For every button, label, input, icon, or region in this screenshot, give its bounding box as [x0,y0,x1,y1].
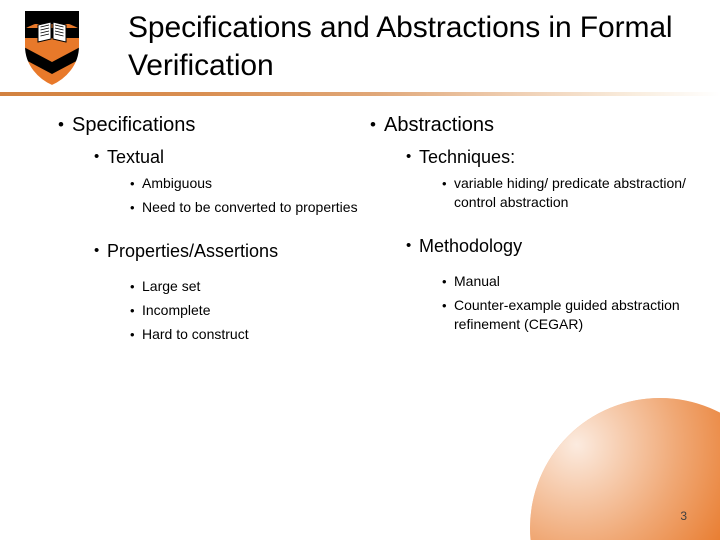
bullet-text: Need to be converted to properties [142,199,358,215]
bullet-dot-icon: • [406,148,412,165]
bullet-dot-icon: • [442,298,447,313]
bullet-dot-icon: • [58,115,64,134]
bullet-dot-icon: • [130,176,135,191]
bullet-text: Textual [107,147,165,167]
bullet-level2-techniques: • Techniques: [406,145,690,169]
slide-canvas: Specifications and Abstractions in Forma… [0,0,720,540]
bullet-level3-large-set: • Large set [130,277,368,296]
bullet-dot-icon: • [94,148,100,165]
bullet-level3-need-converted: • Need to be converted to properties [130,198,368,217]
bullet-dot-icon: • [442,176,447,191]
bullet-dot-icon: • [94,242,100,259]
bullet-level3-cegar: • Counter-example guided abstraction ref… [442,296,690,334]
bullet-level1-abstractions: • Abstractions [370,112,690,138]
bullet-level3-ambiguous: • Ambiguous [130,174,368,193]
bullet-text: variable hiding/ predicate abstraction/ … [454,175,686,210]
bullet-text: Properties/Assertions [107,241,279,261]
bullet-dot-icon: • [442,274,447,289]
bullet-text: Specifications [72,114,196,136]
page-number: 3 [680,509,687,523]
bullet-dot-icon: • [370,115,376,134]
bullet-level3-manual: • Manual [442,272,690,291]
bullet-text: Incomplete [142,302,211,318]
bullet-level3-hard-to-construct: • Hard to construct [130,325,368,344]
bullet-text: Manual [454,273,500,289]
bullet-text: Techniques: [419,147,516,167]
bullet-level1-specifications: • Specifications [58,112,368,138]
slide-header: Specifications and Abstractions in Forma… [0,0,720,96]
bullet-text: Large set [142,278,201,294]
bullet-level2-properties-assertions: • Properties/Assertions [94,239,368,263]
page-title: Specifications and Abstractions in Forma… [128,11,673,82]
bullet-dot-icon: • [130,303,135,318]
bullet-dot-icon: • [130,279,135,294]
bullet-text: Counter-example guided abstraction refin… [454,297,680,332]
bullet-level2-methodology: • Methodology [406,234,690,258]
content-column-left: • Specifications • Textual • Ambiguous •… [48,95,368,344]
bullet-dot-icon: • [130,327,135,342]
bullet-level3-techniques-list: • variable hiding/ predicate abstraction… [442,174,690,212]
content-column-right: • Abstractions • Techniques: • variable … [360,95,690,334]
bullet-text: Methodology [419,236,523,256]
princeton-shield-logo [22,8,82,88]
bullet-dot-icon: • [130,200,135,215]
bullet-level2-textual: • Textual [94,145,368,169]
bullet-text: Hard to construct [142,326,249,342]
bullet-text: Abstractions [384,114,495,136]
bullet-dot-icon: • [406,237,412,254]
bullet-level3-incomplete: • Incomplete [130,301,368,320]
bullet-text: Ambiguous [142,175,213,191]
